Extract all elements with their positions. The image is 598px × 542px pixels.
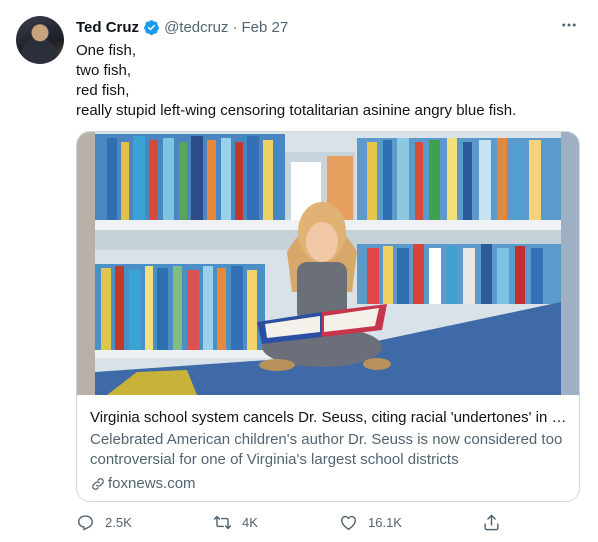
reply-button[interactable]: 2.5K bbox=[76, 513, 132, 532]
retweet-button[interactable]: 4K bbox=[213, 513, 258, 532]
action-bar: 2.5K 4K 16.1K bbox=[76, 513, 576, 535]
author-handle[interactable]: @tedcruz bbox=[164, 19, 228, 36]
like-button[interactable]: 16.1K bbox=[339, 513, 402, 532]
tweet-date[interactable]: Feb 27 bbox=[241, 19, 288, 36]
tweet-line: red fish, bbox=[76, 82, 130, 99]
like-icon bbox=[341, 515, 356, 530]
tweet-line: One fish, bbox=[76, 42, 137, 59]
tweet-text: One fish, two fish, red fish, really stu… bbox=[76, 41, 576, 121]
tweet-header: Ted Cruz @tedcruz · Feb 27 bbox=[76, 17, 288, 37]
card-description: Celebrated American children's author Dr… bbox=[90, 431, 563, 468]
separator-dot: · bbox=[232, 18, 238, 36]
author-name[interactable]: Ted Cruz bbox=[76, 19, 139, 36]
reply-count: 2.5K bbox=[105, 515, 132, 530]
share-button[interactable] bbox=[482, 513, 501, 532]
verified-badge-icon bbox=[144, 19, 159, 35]
card-text[interactable]: Virginia school system cancels Dr. Seuss… bbox=[90, 408, 568, 494]
share-icon bbox=[484, 514, 499, 531]
card-domain[interactable]: foxnews.com bbox=[90, 474, 568, 494]
link-card[interactable]: Virginia school system cancels Dr. Seuss… bbox=[76, 131, 580, 502]
tweet-line: really stupid left-wing censoring totali… bbox=[76, 102, 517, 119]
retweet-count: 4K bbox=[242, 515, 258, 530]
link-icon bbox=[92, 478, 104, 490]
avatar[interactable] bbox=[16, 16, 64, 64]
reply-icon bbox=[78, 515, 93, 531]
tweet[interactable]: Ted Cruz @tedcruz · Feb 27 One fish, two… bbox=[0, 0, 598, 542]
retweet-icon bbox=[213, 515, 232, 530]
tweet-line: two fish, bbox=[76, 62, 132, 79]
like-count: 16.1K bbox=[368, 515, 402, 530]
card-domain-text[interactable]: foxnews.com bbox=[108, 474, 196, 494]
card-title[interactable]: Virginia school system cancels Dr. Seuss… bbox=[90, 408, 568, 428]
card-image[interactable] bbox=[77, 132, 579, 395]
more-icon[interactable] bbox=[558, 14, 580, 36]
